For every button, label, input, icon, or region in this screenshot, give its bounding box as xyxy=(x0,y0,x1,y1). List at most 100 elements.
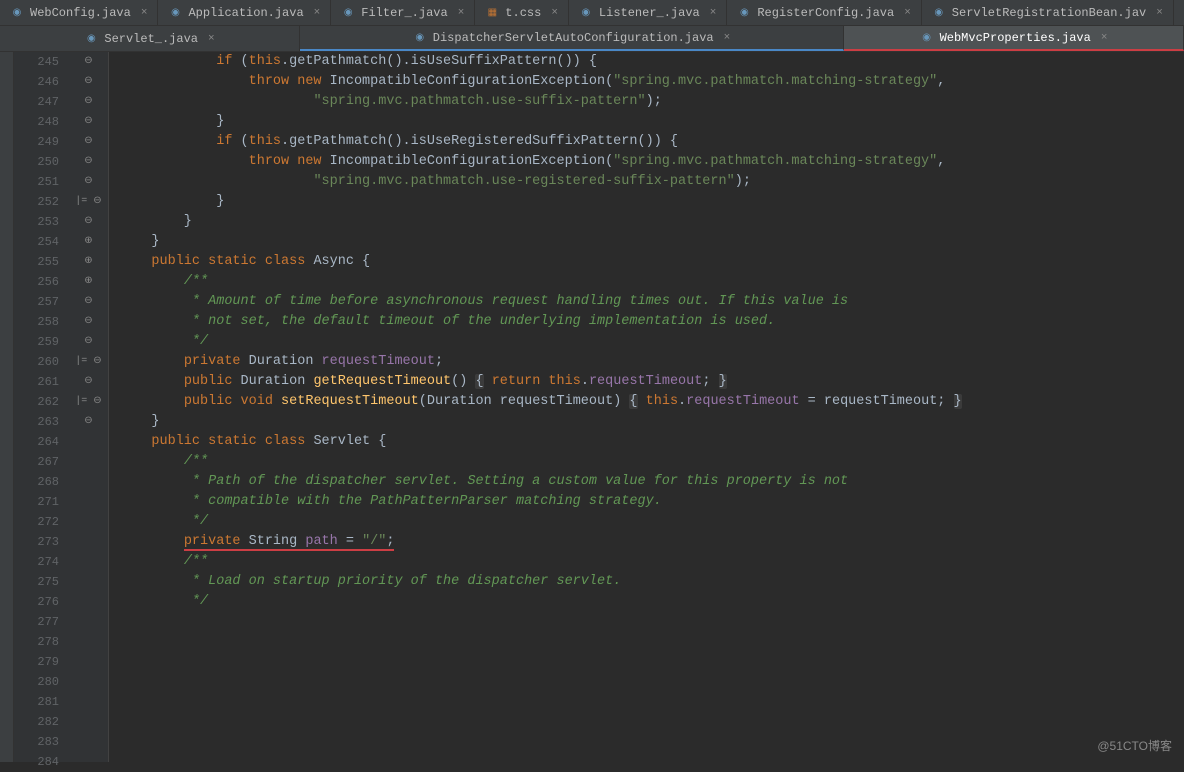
tab-listener_-java[interactable]: ◉ Listener_.java × xyxy=(569,0,727,25)
code-line[interactable]: * Load on startup priority of the dispat… xyxy=(119,572,1184,592)
fold-marker[interactable]: |= ⊖ xyxy=(69,352,108,372)
close-icon[interactable]: × xyxy=(551,7,558,19)
code-line[interactable]: public void setRequestTimeout(Duration r… xyxy=(119,392,1184,412)
code-line[interactable]: */ xyxy=(119,592,1184,612)
tab-label: t.css xyxy=(505,6,541,20)
code-line[interactable]: throw new IncompatibleConfigurationExcep… xyxy=(119,72,1184,92)
close-icon[interactable]: × xyxy=(904,7,911,19)
code-line[interactable]: * Amount of time before asynchronous req… xyxy=(119,292,1184,312)
code-line[interactable]: } xyxy=(119,192,1184,212)
code-line[interactable]: if (this.getPathmatch().isUseSuffixPatte… xyxy=(119,52,1184,72)
fold-marker[interactable]: ⊖ xyxy=(69,112,108,132)
tab-filter_-java[interactable]: ◉ Filter_.java × xyxy=(331,0,475,25)
tab-label: Servlet_.java xyxy=(104,32,198,46)
tab-label: ServletRegistrationBean.jav xyxy=(952,6,1146,20)
code-line[interactable]: * compatible with the PathPatternParser … xyxy=(119,492,1184,512)
line-number: 257 xyxy=(14,292,59,312)
code-line[interactable]: private Duration requestTimeout; xyxy=(119,352,1184,372)
fold-marker[interactable]: ⊖ xyxy=(69,172,108,192)
line-number: 253 xyxy=(14,212,59,232)
fold-marker[interactable]: ⊖ xyxy=(69,92,108,112)
code-area[interactable]: if (this.getPathmatch().isUseSuffixPatte… xyxy=(109,52,1184,762)
fold-marker[interactable]: ⊕ xyxy=(69,252,108,272)
fold-marker[interactable]: ⊖ xyxy=(69,412,108,432)
code-line[interactable]: public Duration getRequestTimeout() { re… xyxy=(119,372,1184,392)
tab-label: WebMvcProperties.java xyxy=(940,31,1091,45)
java-file-icon: ◉ xyxy=(341,6,355,20)
tab-webconfig-java[interactable]: ◉WebConfig.java× xyxy=(0,0,158,25)
code-line[interactable]: if (this.getPathmatch().isUseRegisteredS… xyxy=(119,132,1184,152)
close-icon[interactable]: × xyxy=(724,32,731,44)
close-icon[interactable]: × xyxy=(458,7,465,19)
tab-registerconfig-java[interactable]: ◉RegisterConfig.java× xyxy=(727,0,921,25)
fold-marker[interactable]: ⊖ xyxy=(69,372,108,392)
code-line[interactable]: throw new IncompatibleConfigurationExcep… xyxy=(119,152,1184,172)
line-number: 276 xyxy=(14,592,59,612)
watermark-text: @51CTO博客 xyxy=(1097,737,1172,754)
code-line[interactable]: * Path of the dispatcher servlet. Settin… xyxy=(119,472,1184,492)
fold-marker[interactable]: ⊖ xyxy=(69,292,108,312)
line-number: 258 xyxy=(14,312,59,332)
code-editor[interactable]: 2452462472482492502512522532542552562572… xyxy=(0,52,1184,762)
tab-application-java[interactable]: ◉Application.java× xyxy=(158,0,331,25)
fold-marker[interactable]: |= ⊖ xyxy=(69,192,108,212)
code-line[interactable]: public static class Servlet { xyxy=(119,432,1184,452)
tab-servletregistrationbean-jav[interactable]: ◉ ServletRegistrationBean.jav × xyxy=(922,0,1174,25)
tab-dispatcherservletautoconfiguration-java[interactable]: ◉ DispatcherServletAutoConfiguration.java… xyxy=(300,26,844,51)
code-line[interactable]: /** xyxy=(119,272,1184,292)
line-number: 272 xyxy=(14,512,59,532)
line-number: 248 xyxy=(14,112,59,132)
code-line[interactable]: } xyxy=(119,112,1184,132)
fold-marker[interactable]: |= ⊖ xyxy=(69,392,108,412)
fold-marker[interactable]: ⊖ xyxy=(69,332,108,352)
tab-t-css[interactable]: ▦t.css× xyxy=(475,0,569,25)
close-icon[interactable]: × xyxy=(314,7,321,19)
line-number: 282 xyxy=(14,712,59,732)
fold-marker[interactable]: ⊖ xyxy=(69,152,108,172)
code-line[interactable]: "spring.mvc.pathmatch.use-registered-suf… xyxy=(119,172,1184,192)
java-file-icon: ◉ xyxy=(413,31,427,45)
java-file-icon: ◉ xyxy=(932,6,946,20)
fold-marker[interactable]: ⊖ xyxy=(69,72,108,92)
line-number: 283 xyxy=(14,732,59,752)
close-icon[interactable]: × xyxy=(1156,7,1163,19)
left-tool-strip xyxy=(0,52,14,762)
tab-label: DispatcherServletAutoConfiguration.java xyxy=(433,31,714,45)
tab-servlet_-java[interactable]: ◉ Servlet_.java × xyxy=(0,26,300,51)
fold-marker[interactable]: ⊕ xyxy=(69,232,108,252)
line-number: 267 xyxy=(14,452,59,472)
code-line[interactable]: } xyxy=(119,412,1184,432)
fold-marker[interactable]: ⊖ xyxy=(69,132,108,152)
code-line[interactable]: * not set, the default timeout of the un… xyxy=(119,312,1184,332)
close-icon[interactable]: × xyxy=(208,33,215,45)
line-number: 274 xyxy=(14,552,59,572)
close-icon[interactable]: × xyxy=(1101,32,1108,44)
close-icon[interactable]: × xyxy=(710,7,717,19)
tab-label: Application.java xyxy=(188,6,303,20)
fold-marker[interactable]: ⊖ xyxy=(69,312,108,332)
code-line[interactable]: "spring.mvc.pathmatch.use-suffix-pattern… xyxy=(119,92,1184,112)
tab-webmvcproperties-java[interactable]: ◉WebMvcProperties.java× xyxy=(844,26,1184,51)
code-line[interactable]: /** xyxy=(119,452,1184,472)
code-line[interactable]: } xyxy=(119,212,1184,232)
tab-label: Listener_.java xyxy=(599,6,700,20)
java-file-icon: ◉ xyxy=(579,6,593,20)
line-number: 260 xyxy=(14,352,59,372)
close-icon[interactable]: × xyxy=(141,7,148,19)
code-line[interactable]: public static class Async { xyxy=(119,252,1184,272)
line-number: 275 xyxy=(14,572,59,592)
fold-column: ⊖⊖⊖⊖⊖⊖⊖|= ⊖⊖⊕⊕⊕⊖⊖⊖|= ⊖⊖|= ⊖⊖ xyxy=(69,52,109,762)
tab-label: Filter_.java xyxy=(361,6,447,20)
tab-row-2: ◉ Servlet_.java × ◉ DispatcherServletAutoCon… xyxy=(0,26,1184,52)
line-number: 264 xyxy=(14,432,59,452)
fold-marker[interactable]: ⊖ xyxy=(69,212,108,232)
tab-row-1: ◉WebConfig.java× ◉ Application.java × ◉ Filte… xyxy=(0,0,1184,26)
code-line[interactable]: /** xyxy=(119,552,1184,572)
code-line[interactable]: */ xyxy=(119,512,1184,532)
java-file-icon: ◉ xyxy=(84,32,98,46)
fold-marker[interactable]: ⊕ xyxy=(69,272,108,292)
code-line[interactable]: */ xyxy=(119,332,1184,352)
code-line[interactable]: private String path = "/"; xyxy=(119,532,1184,552)
fold-marker[interactable]: ⊖ xyxy=(69,52,108,72)
code-line[interactable]: } xyxy=(119,232,1184,252)
